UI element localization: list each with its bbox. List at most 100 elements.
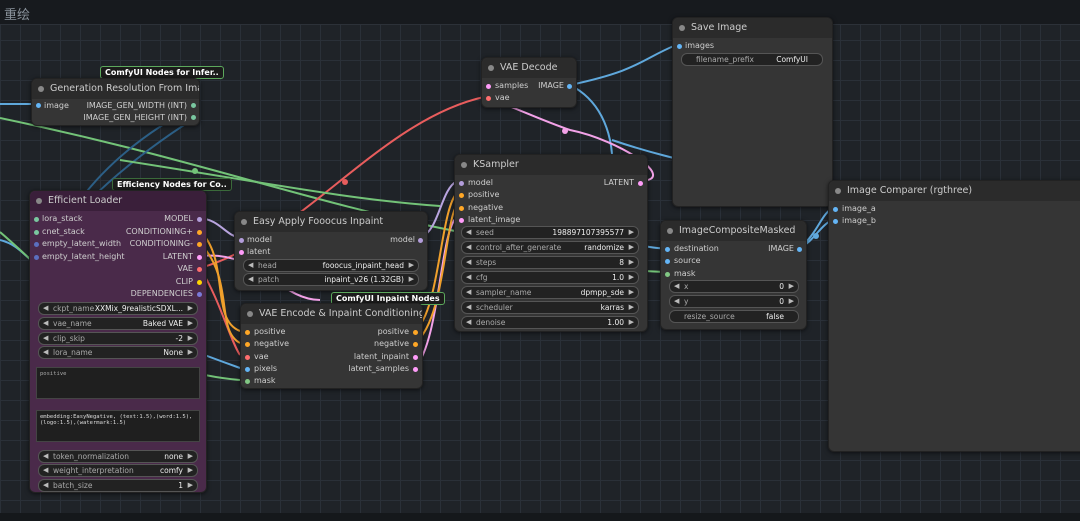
output-label: VAE bbox=[177, 264, 194, 273]
output-label: LATENT bbox=[162, 251, 193, 261]
socket-output[interactable] bbox=[197, 242, 202, 247]
ksampler-widget-scheduler[interactable]: ◀ scheduler karras ▶ bbox=[461, 301, 639, 314]
socket-input[interactable] bbox=[34, 217, 39, 222]
input-label: negative bbox=[254, 339, 289, 349]
socket-output[interactable] bbox=[413, 354, 418, 360]
patch-combo[interactable]: ◀ patch inpaint_v26 (1.32GB) ▶ bbox=[243, 273, 419, 286]
output-label: CLIP bbox=[175, 276, 193, 286]
ksampler-widget-sampler-name[interactable]: ◀ sampler_name dpmpp_sde ▶ bbox=[461, 286, 639, 299]
socket-input[interactable] bbox=[459, 217, 464, 223]
resize-source-toggle[interactable]: resize_source false bbox=[669, 310, 799, 323]
socket-input[interactable] bbox=[245, 354, 250, 360]
socket-samples-in[interactable] bbox=[486, 84, 491, 89]
negative-prompt-textarea[interactable]: embedding:EasyNegative, (text:1.5),(word… bbox=[36, 410, 200, 442]
input-label: pixels bbox=[254, 363, 278, 373]
input-label: model bbox=[468, 178, 493, 187]
socket-model-out[interactable] bbox=[418, 238, 423, 243]
output-label: latent_inpaint bbox=[353, 351, 409, 361]
socket-output[interactable] bbox=[197, 229, 202, 235]
collapse-dot-icon[interactable] bbox=[488, 65, 494, 71]
socket-output[interactable] bbox=[197, 217, 202, 222]
input-image-label: image bbox=[44, 101, 69, 110]
socket-output[interactable] bbox=[197, 267, 202, 272]
output-image-label: IMAGE bbox=[768, 244, 794, 253]
ksampler-widget-seed[interactable]: ◀ seed 198897107395577 ▶ bbox=[461, 226, 639, 239]
output-label: DEPENDENCIES bbox=[130, 289, 193, 298]
socket-output[interactable] bbox=[197, 254, 202, 260]
node-generation-resolution[interactable]: Generation Resolution From Image image I… bbox=[31, 78, 200, 126]
input-label: empty_latent_height bbox=[42, 251, 125, 261]
socket-latent-out[interactable] bbox=[638, 181, 643, 186]
wire-image-save bbox=[569, 44, 677, 86]
input-images-label: images bbox=[685, 41, 715, 50]
socket-input[interactable] bbox=[833, 219, 838, 225]
lora-name-combo[interactable]: ◀ lora_name None ▶ bbox=[38, 346, 198, 359]
collapse-dot-icon[interactable] bbox=[247, 311, 253, 317]
ksampler-widget-steps[interactable]: ◀ steps 8 ▶ bbox=[461, 256, 639, 269]
socket-input[interactable] bbox=[665, 271, 670, 277]
vae-name-combo[interactable]: ◀ vae_name Baked VAE ▶ bbox=[38, 317, 198, 330]
ksampler-widget-control-after-generate[interactable]: ◀ control_after_generate randomize ▶ bbox=[461, 241, 639, 254]
output-width-label: IMAGE_GEN_WIDTH (INT) bbox=[86, 101, 187, 110]
input-model-label: model bbox=[247, 235, 272, 244]
batch-size-stepper[interactable]: ◀ batch_size 1 ▶ bbox=[38, 479, 198, 492]
socket-latent-in[interactable] bbox=[239, 250, 244, 255]
collapse-dot-icon[interactable] bbox=[241, 219, 247, 225]
node-image-composite-masked[interactable]: ImageCompositeMasked destination source ma… bbox=[660, 220, 807, 330]
head-combo[interactable]: ◀ head fooocus_inpaint_head ▶ bbox=[243, 259, 419, 272]
collapse-dot-icon[interactable] bbox=[667, 228, 673, 234]
socket-model-in[interactable] bbox=[239, 238, 244, 243]
socket-width-out[interactable] bbox=[191, 103, 196, 108]
socket-input[interactable] bbox=[665, 247, 670, 252]
node-vae-encode-inpaint[interactable]: VAE Encode & Inpaint Conditioning positi… bbox=[240, 303, 423, 389]
output-label: positive bbox=[377, 327, 409, 336]
socket-image-in[interactable] bbox=[36, 103, 41, 108]
clip-skip-stepper[interactable]: ◀ clip_skip -2 ▶ bbox=[38, 332, 198, 345]
socket-image-out[interactable] bbox=[567, 84, 572, 89]
socket-image-out[interactable] bbox=[797, 247, 802, 252]
socket-output[interactable] bbox=[413, 366, 418, 372]
ksampler-widget-denoise[interactable]: ◀ denoise 1.00 ▶ bbox=[461, 316, 639, 329]
socket-output[interactable] bbox=[413, 342, 418, 348]
socket-output[interactable] bbox=[197, 279, 202, 285]
output-label: MODEL bbox=[164, 214, 193, 223]
collapse-dot-icon[interactable] bbox=[679, 25, 685, 31]
filename-prefix-field[interactable]: filename_prefix ComfyUI bbox=[681, 53, 823, 66]
socket-input[interactable] bbox=[833, 207, 838, 212]
node-image-comparer[interactable]: Image Comparer (rgthree) image_a image_b bbox=[828, 180, 1080, 452]
node-ksampler[interactable]: KSampler model positive negative latent_ima… bbox=[454, 154, 648, 332]
weight-interpretation-combo[interactable]: ◀ weight_interpretation comfy ▶ bbox=[38, 464, 198, 477]
node-vae-decode[interactable]: VAE Decode samples vae IMAGE bbox=[481, 57, 577, 108]
socket-input[interactable] bbox=[245, 342, 250, 348]
node-fooocus-inpaint[interactable]: Easy Apply Fooocus Inpaint model latent … bbox=[234, 211, 428, 291]
token-normalization-combo[interactable]: ◀ token_normalization none ▶ bbox=[38, 450, 198, 463]
socket-images-in[interactable] bbox=[677, 44, 682, 49]
socket-input[interactable] bbox=[459, 181, 464, 186]
socket-input[interactable] bbox=[245, 330, 250, 335]
ksampler-widget-cfg[interactable]: ◀ cfg 1.0 ▶ bbox=[461, 271, 639, 284]
output-label: CONDITIONING- bbox=[129, 239, 193, 248]
socket-input[interactable] bbox=[34, 242, 39, 247]
socket-output[interactable] bbox=[197, 292, 202, 297]
y-stepper[interactable]: ◀ y 0 ▶ bbox=[669, 295, 799, 308]
node-save-image[interactable]: Save Image images filename_prefix ComfyU… bbox=[672, 17, 833, 207]
collapse-dot-icon[interactable] bbox=[461, 162, 467, 168]
socket-input[interactable] bbox=[245, 379, 250, 385]
socket-input[interactable] bbox=[34, 254, 39, 260]
collapse-dot-icon[interactable] bbox=[36, 198, 42, 204]
socket-input[interactable] bbox=[459, 193, 464, 199]
socket-output[interactable] bbox=[413, 330, 418, 335]
node-efficient-loader[interactable]: Efficient Loader lora_stack cnet_stack emp… bbox=[29, 190, 207, 493]
socket-input[interactable] bbox=[34, 229, 39, 235]
socket-vae-in[interactable] bbox=[486, 96, 491, 101]
positive-prompt-textarea[interactable]: positive bbox=[36, 367, 200, 399]
collapse-dot-icon[interactable] bbox=[835, 188, 841, 194]
socket-height-out[interactable] bbox=[191, 115, 196, 120]
collapse-dot-icon[interactable] bbox=[38, 86, 44, 92]
socket-input[interactable] bbox=[245, 366, 250, 372]
x-stepper[interactable]: ◀ x 0 ▶ bbox=[669, 280, 799, 293]
input-label: image_b bbox=[842, 216, 876, 226]
socket-input[interactable] bbox=[665, 259, 670, 265]
ckpt-name-combo[interactable]: ◀ ckpt_name XXMix_9realisticSDXL... ▶ bbox=[38, 302, 198, 315]
socket-input[interactable] bbox=[459, 205, 464, 211]
